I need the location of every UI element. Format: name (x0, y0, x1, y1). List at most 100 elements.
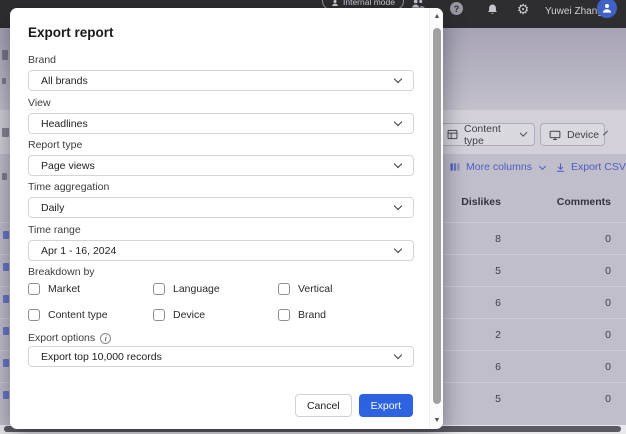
checkbox-market[interactable]: Market (28, 283, 80, 295)
breakdown-by-label: Breakdown by (28, 266, 95, 278)
checkbox-icon (28, 283, 40, 295)
clipped-link-fragment (3, 263, 9, 271)
download-icon (555, 162, 566, 173)
checkbox-device-label: Device (173, 309, 205, 321)
content-type-label: Content type (464, 123, 515, 147)
gear-icon[interactable]: ⚙ (515, 0, 531, 18)
avatar[interactable] (597, 0, 617, 18)
export-button[interactable]: Export (359, 394, 413, 417)
clipped-link-fragment (3, 327, 9, 335)
vertical-scrollbar[interactable]: ▲ ▼ (429, 8, 443, 429)
export-options-label-row: Export options i (28, 332, 111, 344)
content-type-filter-button[interactable]: Content type (438, 123, 535, 146)
checkbox-icon (153, 283, 165, 295)
chevron-down-icon (519, 129, 527, 137)
user-name: Yuwei Zhang (545, 0, 603, 22)
column-header-comments[interactable]: Comments (520, 196, 611, 210)
chevron-down-icon (394, 160, 402, 168)
clipped-link-fragment (3, 231, 9, 239)
monitor-icon (549, 129, 561, 141)
breakdown-row-1: Market Language Vertical (28, 283, 414, 297)
export-options-select-value: Export top 10,000 records (41, 351, 395, 363)
brand-select-value: All brands (41, 75, 395, 87)
comments-cell: 0 (520, 223, 611, 255)
clipped-link-fragment (3, 359, 9, 367)
clipped-text-fragment (2, 173, 7, 180)
time-aggregation-select-value: Daily (41, 202, 395, 214)
checkbox-brand-label: Brand (298, 309, 326, 321)
view-select[interactable]: Headlines (28, 113, 414, 134)
view-field-group: View Headlines (28, 97, 414, 134)
report-type-select-value: Page views (41, 160, 395, 172)
view-label: View (28, 97, 414, 111)
help-icon[interactable]: ? (450, 2, 463, 15)
brand-field-group: Brand All brands (28, 54, 414, 91)
export-csv-label: Export CSV (571, 161, 626, 173)
comments-cell: 0 (520, 383, 611, 415)
checkbox-device[interactable]: Device (153, 309, 205, 321)
checkbox-vertical[interactable]: Vertical (278, 283, 332, 295)
chevron-down-icon (394, 75, 402, 83)
chevron-down-icon (394, 118, 402, 126)
comments-cell: 0 (520, 351, 611, 383)
comments-cell: 0 (520, 255, 611, 287)
content-type-icon (447, 129, 458, 140)
export-csv-button[interactable]: Export CSV (555, 161, 626, 173)
dialog-footer: Cancel Export (295, 394, 413, 417)
checkbox-market-label: Market (48, 283, 80, 295)
vertical-scrollbar-thumb[interactable] (433, 28, 441, 404)
export-options-label: Export options (28, 332, 95, 344)
export-options-field-group: Export top 10,000 records (28, 346, 414, 367)
internal-mode-label: Internal mode (343, 0, 395, 7)
comments-cell: 0 (520, 287, 611, 319)
person-icon (331, 0, 339, 7)
more-columns-label: More columns (466, 161, 532, 173)
clipped-text-fragment (2, 78, 6, 84)
device-filter-button[interactable]: Device (540, 123, 605, 146)
checkbox-language-label: Language (173, 283, 220, 295)
breakdown-row-2: Content type Device Brand (28, 309, 414, 323)
comments-cell: 0 (520, 319, 611, 351)
brand-label: Brand (28, 54, 414, 68)
time-range-select-value: Apr 1 - 16, 2024 (41, 245, 395, 257)
time-aggregation-label: Time aggregation (28, 181, 414, 195)
checkbox-vertical-label: Vertical (298, 283, 332, 295)
brand-select[interactable]: All brands (28, 70, 414, 91)
checkbox-icon (278, 283, 290, 295)
time-range-label: Time range (28, 224, 414, 238)
device-label: Device (567, 129, 599, 141)
chevron-down-icon (394, 245, 402, 253)
report-type-select[interactable]: Page views (28, 155, 414, 176)
scroll-down-icon[interactable]: ▼ (430, 417, 444, 424)
chevron-down-icon (394, 351, 402, 359)
view-select-value: Headlines (41, 118, 395, 130)
time-range-select[interactable]: Apr 1 - 16, 2024 (28, 240, 414, 261)
report-type-label: Report type (28, 139, 414, 153)
checkbox-content-type[interactable]: Content type (28, 309, 108, 321)
scroll-up-icon[interactable]: ▲ (430, 13, 444, 20)
chevron-down-icon (539, 162, 546, 169)
checkbox-icon (153, 309, 165, 321)
dialog-title: Export report (28, 25, 114, 40)
chevron-down-icon (394, 202, 402, 210)
bell-icon[interactable] (485, 2, 499, 16)
clipped-link-fragment (3, 391, 9, 399)
time-aggregation-field-group: Time aggregation Daily (28, 181, 414, 218)
export-report-dialog: Export report Brand All brands View Head… (10, 8, 443, 429)
time-aggregation-select[interactable]: Daily (28, 197, 414, 218)
info-icon[interactable]: i (100, 333, 111, 344)
cancel-button[interactable]: Cancel (295, 394, 352, 417)
screen: Content type Device More columns (0, 0, 626, 434)
checkbox-language[interactable]: Language (153, 283, 220, 295)
checkbox-icon (28, 309, 40, 321)
checkbox-icon (278, 309, 290, 321)
time-range-field-group: Time range Apr 1 - 16, 2024 (28, 224, 414, 261)
report-type-field-group: Report type Page views (28, 139, 414, 176)
clipped-button-fragment (2, 128, 9, 137)
checkbox-brand[interactable]: Brand (278, 309, 326, 321)
more-columns-button[interactable]: More columns (449, 161, 545, 173)
export-options-select[interactable]: Export top 10,000 records (28, 346, 414, 367)
checkbox-content-type-label: Content type (48, 309, 108, 321)
columns-icon (449, 161, 461, 173)
clipped-link-fragment (3, 295, 9, 303)
